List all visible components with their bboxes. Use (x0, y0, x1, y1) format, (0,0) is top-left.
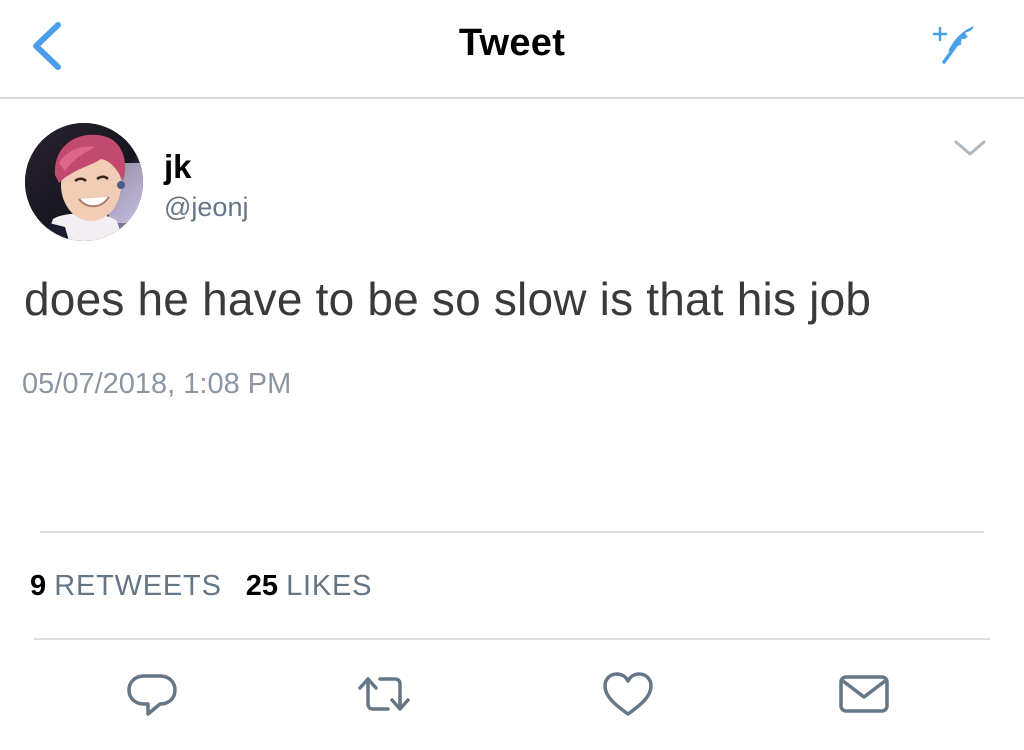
retweet-icon (358, 677, 410, 711)
retweets-label: RETWEETS (54, 570, 222, 602)
author-name[interactable]: jk (164, 148, 192, 186)
tweet-options-button[interactable] (950, 136, 990, 160)
heart-icon (603, 672, 653, 716)
page-title: Tweet (458, 22, 566, 64)
reply-button[interactable] (124, 668, 180, 720)
retweet-button[interactable] (356, 668, 412, 720)
author-handle[interactable]: @jeonj (164, 192, 248, 223)
reply-icon (127, 674, 177, 716)
likes-label: LIKES (286, 570, 373, 602)
retweets-count: 9 (30, 570, 47, 602)
divider (40, 531, 984, 533)
share-via-message-button[interactable] (836, 668, 892, 720)
likes-count: 25 (245, 570, 279, 602)
avatar[interactable] (25, 123, 143, 241)
divider (34, 638, 990, 640)
like-button[interactable] (600, 668, 656, 720)
tweet-timestamp: 05/07/2018, 1:08 PM (22, 368, 292, 400)
retweets-stat[interactable]: 9 RETWEETS (30, 570, 222, 603)
tweet-stats: 9 RETWEETS 25 LIKES (30, 570, 388, 603)
sparkle-feather-icon (932, 26, 974, 64)
nav-bar: Tweet (0, 0, 1024, 99)
tweet-text: does he have to be so slow is that his j… (24, 273, 872, 325)
compose-tweet-button[interactable] (926, 22, 982, 66)
chevron-down-icon (954, 140, 986, 156)
profile-photo (25, 123, 143, 241)
mail-icon (839, 675, 889, 713)
likes-stat[interactable]: 25 LIKES (246, 570, 373, 603)
